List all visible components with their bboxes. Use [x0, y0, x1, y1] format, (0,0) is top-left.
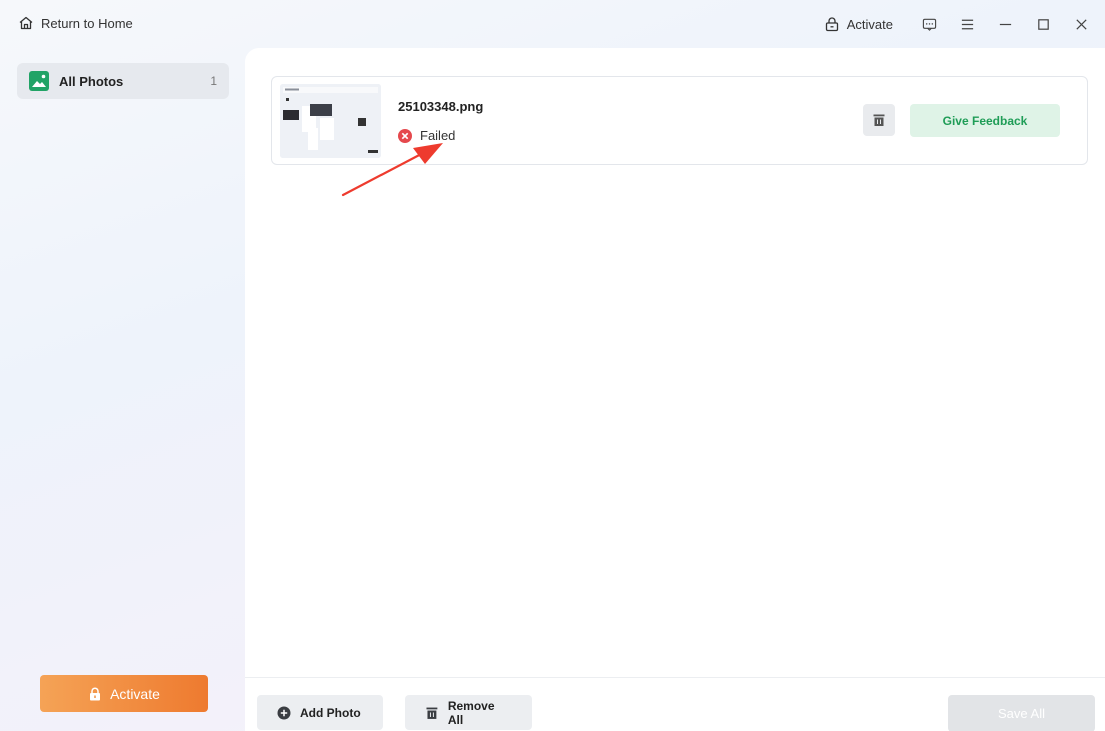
thumbnail-image: [280, 84, 381, 158]
main-panel: 25103348.png Failed Give Feedback Add Ph…: [245, 48, 1105, 731]
title-bar: Return to Home Activate: [0, 0, 1105, 48]
trash-icon: [873, 114, 885, 126]
close-icon: [1075, 18, 1087, 30]
close-button[interactable]: [1067, 10, 1095, 38]
title-activate-button[interactable]: Activate: [824, 16, 893, 32]
file-status: Failed: [398, 128, 455, 143]
minimize-button[interactable]: [991, 10, 1019, 38]
footer-bar: Add Photo Remove All Save All: [245, 677, 1105, 731]
remove-all-label: Remove All: [447, 698, 495, 727]
menu-button[interactable]: [953, 10, 981, 38]
remove-all-button[interactable]: Remove All: [405, 695, 532, 730]
give-feedback-button[interactable]: Give Feedback: [910, 104, 1060, 137]
sidebar-item-all-photos[interactable]: All Photos 1: [17, 63, 229, 99]
sidebar-activate-label: Activate: [110, 685, 160, 702]
home-icon: [19, 16, 33, 30]
lock-icon: [90, 687, 101, 700]
sidebar-activate-button[interactable]: Activate: [40, 675, 208, 712]
file-name: 25103348.png: [398, 99, 484, 114]
maximize-icon: [1037, 18, 1049, 30]
file-status-label: Failed: [420, 128, 456, 143]
maximize-button[interactable]: [1029, 10, 1057, 38]
lock-icon: [825, 17, 838, 32]
file-thumbnail[interactable]: [280, 84, 381, 158]
add-photo-label: Add Photo: [300, 705, 361, 720]
add-photo-button[interactable]: Add Photo: [257, 695, 383, 730]
sidebar-item-count: 1: [210, 74, 217, 88]
title-actions: Activate: [824, 0, 1105, 48]
file-card: 25103348.png Failed Give Feedback: [271, 76, 1088, 165]
menu-icon: [961, 19, 973, 29]
add-icon: [277, 706, 291, 719]
sidebar: All Photos 1 Activate: [0, 48, 245, 731]
title-activate-label: Activate: [846, 16, 893, 32]
photos-icon: [29, 71, 49, 91]
save-all-button[interactable]: Save All: [948, 695, 1095, 731]
feedback-window-button[interactable]: [915, 10, 943, 38]
sidebar-item-label: All Photos: [59, 73, 124, 89]
chat-icon: [922, 18, 936, 31]
trash-icon: [426, 707, 438, 719]
delete-file-button[interactable]: [863, 104, 895, 136]
error-icon: [398, 128, 412, 143]
return-home-link[interactable]: Return to Home: [18, 15, 133, 31]
return-home-label: Return to Home: [41, 15, 133, 31]
minimize-icon: [999, 23, 1011, 25]
